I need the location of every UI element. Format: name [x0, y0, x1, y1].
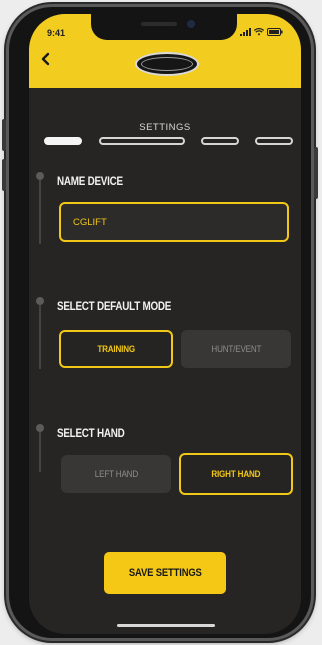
mode-training-label: TRAINING [97, 343, 135, 355]
mode-hunt-event-label: HUNT/EVENT [211, 343, 261, 355]
status-icons [240, 28, 283, 36]
wizard-step-4 [255, 137, 293, 145]
section-line [39, 180, 41, 244]
section-marker [36, 297, 44, 305]
app-header: 9:41 [29, 14, 301, 88]
right-hand-button[interactable]: RIGHT HAND [179, 453, 293, 495]
power-button [314, 147, 318, 199]
brand-logo [135, 52, 199, 76]
name-device-title: NAME DEVICE [57, 176, 123, 188]
section-line [39, 305, 41, 369]
front-camera [187, 20, 195, 28]
section-marker [36, 172, 44, 180]
speaker-grille [141, 22, 177, 26]
right-hand-label: RIGHT HAND [211, 468, 261, 480]
home-indicator[interactable] [117, 624, 215, 627]
battery-icon [267, 28, 283, 36]
volume-up-button [2, 119, 6, 151]
back-arrow-icon[interactable] [37, 50, 55, 68]
wizard-step-2 [99, 137, 185, 145]
wizard-title: SETTINGS [139, 122, 191, 133]
signal-icon [240, 28, 251, 36]
save-settings-label: SAVE SETTINGS [128, 567, 202, 579]
default-mode-title: SELECT DEFAULT MODE [57, 301, 172, 313]
section-line [39, 432, 41, 472]
wizard-step-3 [201, 137, 239, 145]
volume-down-button [2, 159, 6, 191]
wizard-step-indicator [29, 137, 301, 147]
brand-logo-script [141, 57, 193, 71]
save-settings-button[interactable]: SAVE SETTINGS [104, 552, 226, 594]
left-hand-label: LEFT HAND [94, 468, 138, 480]
select-hand-title: SELECT HAND [57, 428, 125, 440]
section-marker [36, 424, 44, 432]
app-screen: 9:41 SETTINGS NAME DEVICE CGLIFT SELECT … [29, 14, 301, 634]
mode-hunt-event-button[interactable]: HUNT/EVENT [181, 330, 291, 368]
wifi-icon [254, 28, 264, 36]
phone-notch [91, 14, 237, 40]
mode-training-button[interactable]: TRAINING [59, 330, 173, 368]
status-time: 9:41 [47, 28, 66, 38]
wizard-step-1 [44, 137, 82, 145]
left-hand-button[interactable]: LEFT HAND [61, 455, 171, 493]
device-name-input[interactable]: CGLIFT [59, 202, 289, 242]
